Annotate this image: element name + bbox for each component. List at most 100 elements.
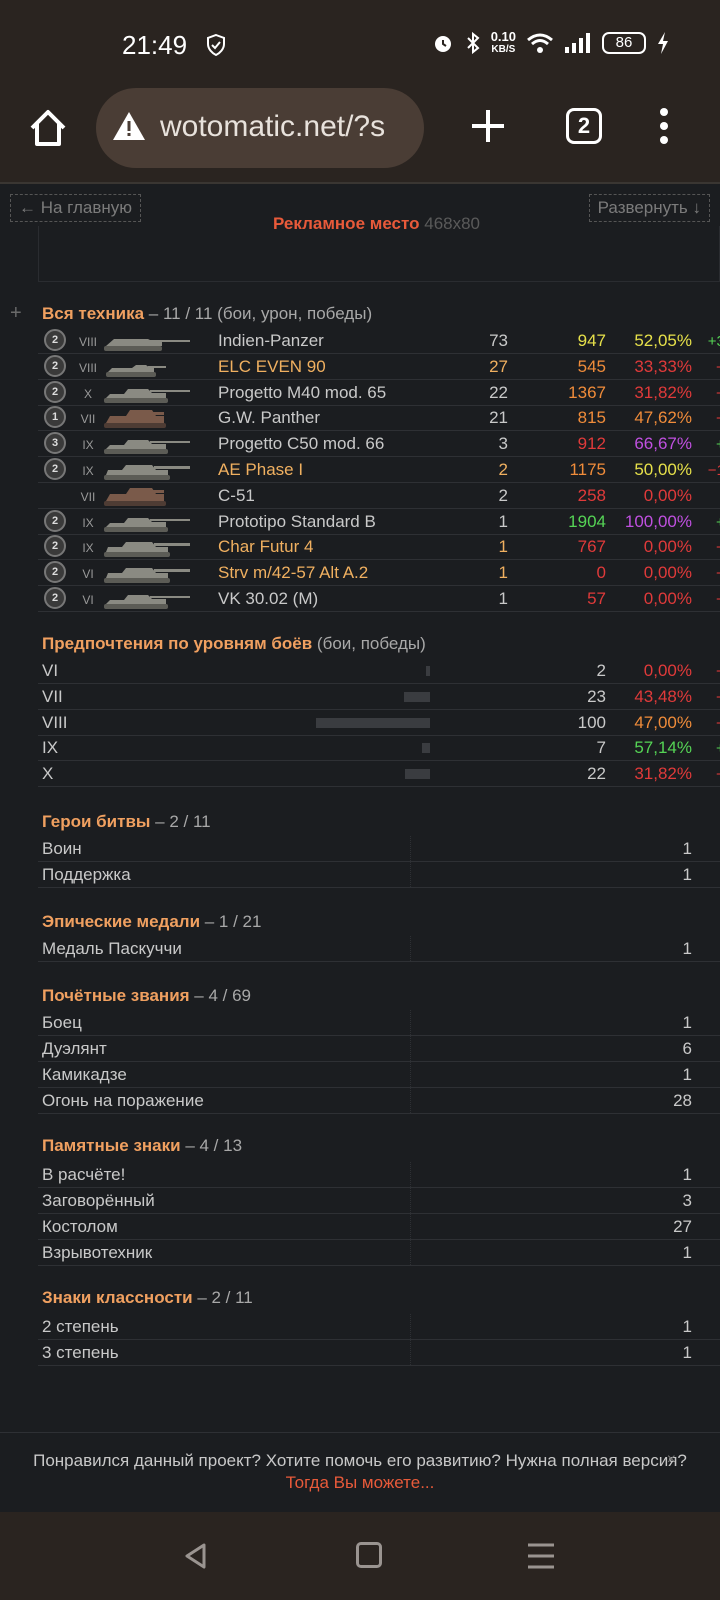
column-divider — [410, 1214, 411, 1239]
vehicle-name[interactable]: ELC EVEN 90 — [218, 357, 326, 377]
win-rate: 0,00% — [643, 485, 692, 505]
rating-change: −0,66 — [686, 591, 720, 608]
achievement-name: Дуэлянт — [42, 1039, 107, 1058]
vehicle-row[interactable]: 2 IX AE Phase I 2 1175 50,00% −16,67 — [38, 457, 720, 483]
expand-plus-icon[interactable]: + — [10, 302, 22, 325]
rating-change: −0,78 — [686, 565, 720, 582]
achievement-name: Огонь на поражение — [42, 1091, 204, 1110]
column-divider — [410, 1340, 411, 1365]
win-rate: 50,00% — [634, 460, 692, 479]
battles-count: 21 — [489, 408, 508, 428]
vehicle-name[interactable]: VK 30.02 (M) — [218, 589, 318, 609]
vehicle-name[interactable]: Prototipo Standard B — [218, 512, 376, 532]
column-divider — [410, 1240, 411, 1265]
rating-change: +7,14 — [686, 436, 720, 453]
url-text[interactable]: wotomatic.net/?s — [160, 110, 414, 144]
tank-icon — [102, 459, 192, 481]
ad-label: Рекламное место 468x80 — [273, 214, 481, 233]
tier-label: VII — [80, 412, 96, 427]
vehicle-row[interactable]: 2 VIII Indien-Panzer 73 947 52,05% +31,13 — [38, 328, 720, 354]
class-row: 2 степень 1 — [38, 1314, 720, 1340]
column-divider — [410, 1088, 411, 1113]
win-rate: 31,82% — [634, 382, 692, 402]
vehicle-row[interactable]: 2 VI Strv m/42-57 Alt A.2 1 0 0,00%−0,78 — [38, 560, 720, 587]
nav-back-icon[interactable] — [182, 1542, 210, 1570]
nav-home-icon[interactable] — [356, 1542, 382, 1568]
url-bar[interactable]: wotomatic.net/?s — [96, 88, 424, 168]
vehicle-name[interactable]: Strv m/42-57 Alt A.2 — [218, 563, 368, 583]
mastery-badge-icon: 2 — [44, 509, 66, 532]
memorial-row: Взрывотехник 1 — [38, 1240, 720, 1266]
level-row: VIII 100 47,00%−0,03 — [38, 710, 720, 736]
achievement-name: Боец — [42, 1013, 82, 1032]
vehicle-row[interactable]: 2 VI VK 30.02 (M) 1 57 0,00%−0,66 — [38, 586, 720, 612]
column-divider — [410, 1188, 411, 1213]
tier-label: VI — [82, 593, 94, 607]
alarm-icon — [434, 36, 451, 52]
win-rate: 0,00% — [643, 589, 692, 608]
tier-label: IX — [82, 438, 94, 453]
browser-toolbar: wotomatic.net/?s 2 — [0, 88, 720, 184]
vehicle-name[interactable]: AE Phase I — [218, 460, 303, 480]
level-share-bar — [426, 666, 430, 676]
level-change: −0,10 — [686, 663, 720, 680]
level-winrate: 43,48% — [634, 686, 692, 706]
vehicle-name[interactable]: G.W. Panther — [218, 408, 320, 428]
title-row: Камикадзе 1 — [38, 1062, 720, 1088]
avg-damage: 912 — [577, 434, 606, 454]
level-battles: 23 — [587, 686, 606, 706]
tank-icon — [102, 382, 192, 404]
level-label: VIII — [42, 712, 68, 732]
level-change: +0,22 — [686, 740, 720, 757]
more-vert-icon[interactable] — [654, 106, 674, 146]
vehicle-name[interactable]: Progetto M40 mod. 65 — [218, 383, 386, 403]
title-row: Дуэлянт 6 — [38, 1036, 720, 1062]
vehicle-name[interactable]: Char Futur 4 — [218, 537, 313, 557]
tier-label: VIII — [78, 360, 97, 375]
vehicle-row[interactable]: 2 VIII ELC EVEN 90 27 545 33,33%−0,41 — [38, 354, 720, 380]
vehicle-row[interactable]: 2 X Progetto M40 mod. 65 22 1367 31,82%−8,33 — [38, 380, 720, 406]
avg-damage: 815 — [577, 408, 606, 428]
level-label: VI — [42, 661, 59, 680]
rating-change: −8,33 — [686, 385, 720, 402]
vehicle-name[interactable]: Progetto C50 mod. 66 — [218, 434, 384, 454]
achievement-name: Поддержка — [42, 865, 131, 884]
vehicle-row[interactable]: 2 IX Char Futur 4 1 767 0,00%−1,98 — [38, 534, 720, 561]
expand-button[interactable]: Развернуть ↓ — [588, 194, 710, 222]
level-row: VI 2 0,00%−0,10 — [38, 658, 720, 684]
avg-damage: 545 — [577, 356, 606, 376]
nav-menu-icon[interactable] — [526, 1542, 556, 1570]
tab-switcher-button[interactable]: 2 — [566, 108, 602, 144]
achievement-name: 2 степень — [42, 1317, 119, 1336]
vehicle-row[interactable]: 3 IX Progetto C50 mod. 66 3 912 66,67%+7,14 — [38, 431, 720, 458]
mastery-badge-icon: 2 — [44, 329, 66, 351]
hero-row: Воин 1 — [38, 836, 720, 862]
vehicles-section-title: Вся техника – 11 / 11 (бои, урон, победы… — [42, 304, 373, 323]
achievement-count: 1 — [682, 839, 692, 858]
level-change: −0,03 — [686, 715, 720, 732]
win-rate: 0,00% — [643, 563, 692, 583]
achievement-count: 6 — [682, 1039, 692, 1058]
vehicle-row[interactable]: 1 VII G.W. Panther 21 815 47,62%−0,04 — [38, 405, 720, 432]
vehicle-name[interactable]: Indien-Panzer — [218, 331, 324, 351]
home-icon[interactable] — [26, 106, 70, 150]
achievement-count: 1 — [682, 1065, 692, 1084]
vehicle-row[interactable]: 2 IX Prototipo Standard B 1 1904 100,00%+0,45 — [38, 509, 720, 535]
level-share-bar — [404, 691, 430, 702]
column-divider — [410, 862, 411, 887]
vehicle-row[interactable]: VII C-51 2 258 0,00%NEW — [38, 483, 720, 509]
vehicle-name[interactable]: C-51 — [218, 486, 255, 506]
support-link[interactable]: Тогда Вы можете... — [0, 1473, 720, 1493]
tank-icon — [102, 588, 192, 610]
tier-label: X — [83, 386, 92, 401]
rating-change: −16,67 — [707, 462, 720, 479]
warning-icon[interactable] — [112, 110, 146, 142]
new-tab-plus-icon[interactable] — [468, 106, 508, 146]
mastery-badge-icon: 2 — [44, 380, 66, 403]
close-icon[interactable]: × — [667, 1451, 676, 1469]
avg-damage: 1175 — [569, 460, 606, 479]
level-winrate: 31,82% — [634, 764, 692, 784]
avg-damage: 258 — [577, 485, 606, 505]
achievement-count: 1 — [682, 1317, 692, 1336]
back-to-main-button[interactable]: ← На главную — [10, 194, 142, 222]
